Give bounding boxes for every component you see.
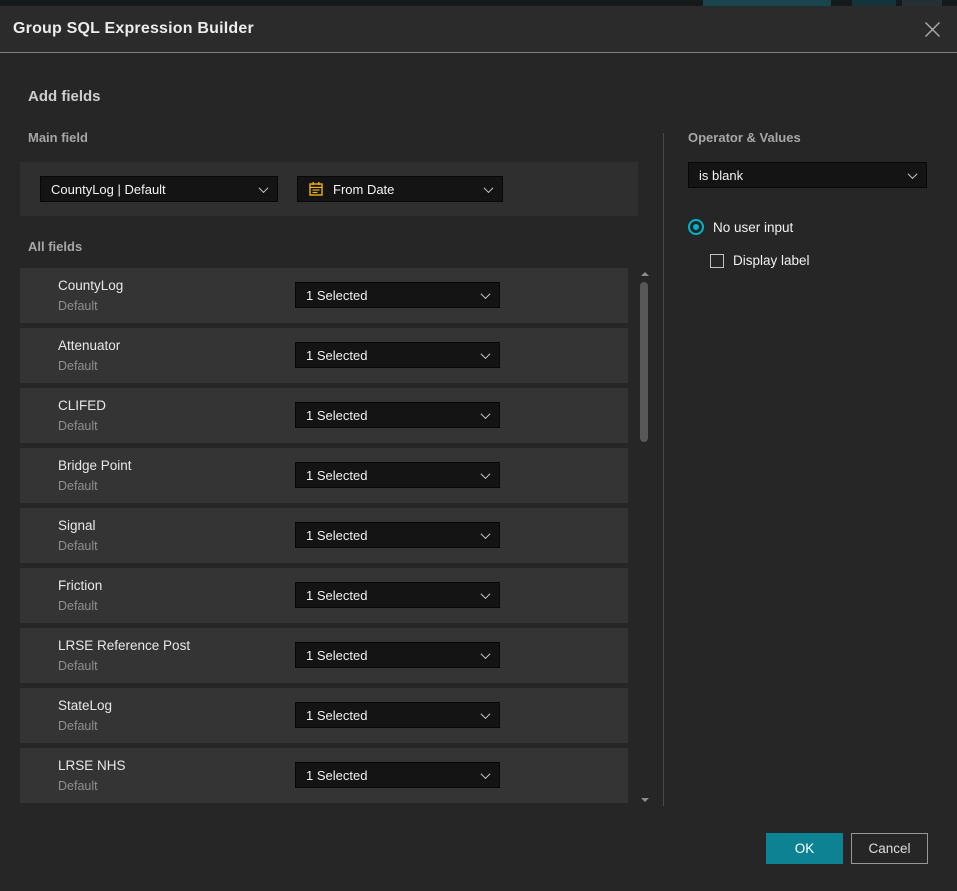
chevron-down-icon (481, 769, 491, 779)
no-user-input-radio[interactable]: No user input (688, 219, 793, 235)
list-item[interactable]: CountyLog Default 1 Selected (20, 268, 628, 323)
field-selection-dropdown[interactable]: 1 Selected (295, 402, 500, 428)
checkbox-unchecked-icon (710, 254, 724, 268)
field-selection-dropdown[interactable]: 1 Selected (295, 702, 500, 728)
panel-divider (663, 133, 664, 806)
operator-values-label: Operator & Values (688, 130, 801, 145)
radio-selected-icon (688, 219, 704, 235)
field-selection-value: 1 Selected (306, 708, 367, 723)
main-field-field-value: From Date (333, 182, 394, 197)
main-field-source-dropdown[interactable]: CountyLog | Default (40, 176, 278, 202)
main-field-field-dropdown[interactable]: From Date (297, 176, 503, 202)
field-subtitle: Default (58, 299, 98, 313)
main-field-label: Main field (28, 130, 88, 145)
field-selection-value: 1 Selected (306, 288, 367, 303)
display-label-checkbox[interactable]: Display label (710, 253, 810, 268)
all-fields-label: All fields (28, 239, 82, 254)
field-subtitle: Default (58, 599, 98, 613)
field-subtitle: Default (58, 719, 98, 733)
ok-button[interactable]: OK (766, 833, 843, 864)
field-name: Attenuator (58, 338, 120, 353)
dialog-title: Group SQL Expression Builder (13, 20, 254, 38)
list-item[interactable]: Signal Default 1 Selected (20, 508, 628, 563)
operator-value: is blank (699, 168, 743, 183)
field-selection-dropdown[interactable]: 1 Selected (295, 282, 500, 308)
screen: Group SQL Expression Builder Add fields … (0, 0, 957, 891)
field-selection-value: 1 Selected (306, 348, 367, 363)
field-name: StateLog (58, 698, 112, 713)
chevron-down-icon (259, 183, 269, 193)
group-sql-expression-builder-dialog: Group SQL Expression Builder Add fields … (0, 6, 957, 891)
field-name: CLIFED (58, 398, 106, 413)
chevron-down-icon (484, 183, 494, 193)
field-selection-dropdown[interactable]: 1 Selected (295, 582, 500, 608)
scrollbar-down-arrow-icon[interactable] (641, 798, 649, 802)
chevron-down-icon (908, 169, 918, 179)
chevron-down-icon (481, 649, 491, 659)
field-name: LRSE NHS (58, 758, 126, 773)
field-subtitle: Default (58, 359, 98, 373)
main-field-source-value: CountyLog | Default (51, 182, 166, 197)
field-subtitle: Default (58, 419, 98, 433)
field-selection-value: 1 Selected (306, 648, 367, 663)
close-button[interactable] (921, 18, 943, 40)
field-name: LRSE Reference Post (58, 638, 190, 653)
list-item[interactable]: StateLog Default 1 Selected (20, 688, 628, 743)
close-icon (924, 21, 941, 38)
operator-dropdown[interactable]: is blank (688, 162, 927, 188)
checkbox-label: Display label (733, 253, 810, 268)
list-item[interactable]: CLIFED Default 1 Selected (20, 388, 628, 443)
all-fields-list: CountyLog Default 1 Selected Attenuator … (20, 268, 628, 808)
chevron-down-icon (481, 709, 491, 719)
cancel-button[interactable]: Cancel (851, 833, 928, 864)
field-subtitle: Default (58, 479, 98, 493)
field-name: Bridge Point (58, 458, 132, 473)
field-selection-value: 1 Selected (306, 408, 367, 423)
field-selection-dropdown[interactable]: 1 Selected (295, 462, 500, 488)
field-selection-dropdown[interactable]: 1 Selected (295, 762, 500, 788)
field-subtitle: Default (58, 659, 98, 673)
list-item[interactable]: Attenuator Default 1 Selected (20, 328, 628, 383)
field-selection-dropdown[interactable]: 1 Selected (295, 522, 500, 548)
field-name: Signal (58, 518, 96, 533)
field-selection-value: 1 Selected (306, 768, 367, 783)
scrollbar-thumb[interactable] (640, 282, 648, 442)
field-selection-value: 1 Selected (306, 528, 367, 543)
list-item[interactable]: LRSE Reference Post Default 1 Selected (20, 628, 628, 683)
list-item[interactable]: LRSE NHS Default 1 Selected (20, 748, 628, 803)
chevron-down-icon (481, 469, 491, 479)
chevron-down-icon (481, 289, 491, 299)
field-name: CountyLog (58, 278, 123, 293)
list-item[interactable]: Bridge Point Default 1 Selected (20, 448, 628, 503)
radio-label: No user input (713, 220, 793, 235)
field-name: Friction (58, 578, 102, 593)
field-selection-dropdown[interactable]: 1 Selected (295, 642, 500, 668)
chevron-down-icon (481, 409, 491, 419)
chevron-down-icon (481, 589, 491, 599)
field-selection-value: 1 Selected (306, 468, 367, 483)
dialog-titlebar: Group SQL Expression Builder (0, 6, 957, 53)
field-selection-dropdown[interactable]: 1 Selected (295, 342, 500, 368)
field-subtitle: Default (58, 779, 98, 793)
list-item[interactable]: Friction Default 1 Selected (20, 568, 628, 623)
chevron-down-icon (481, 529, 491, 539)
field-subtitle: Default (58, 539, 98, 553)
add-fields-heading: Add fields (28, 88, 101, 105)
calendar-icon (308, 181, 324, 197)
chevron-down-icon (481, 349, 491, 359)
field-selection-value: 1 Selected (306, 588, 367, 603)
main-field-panel: CountyLog | Default From Date (20, 162, 638, 216)
